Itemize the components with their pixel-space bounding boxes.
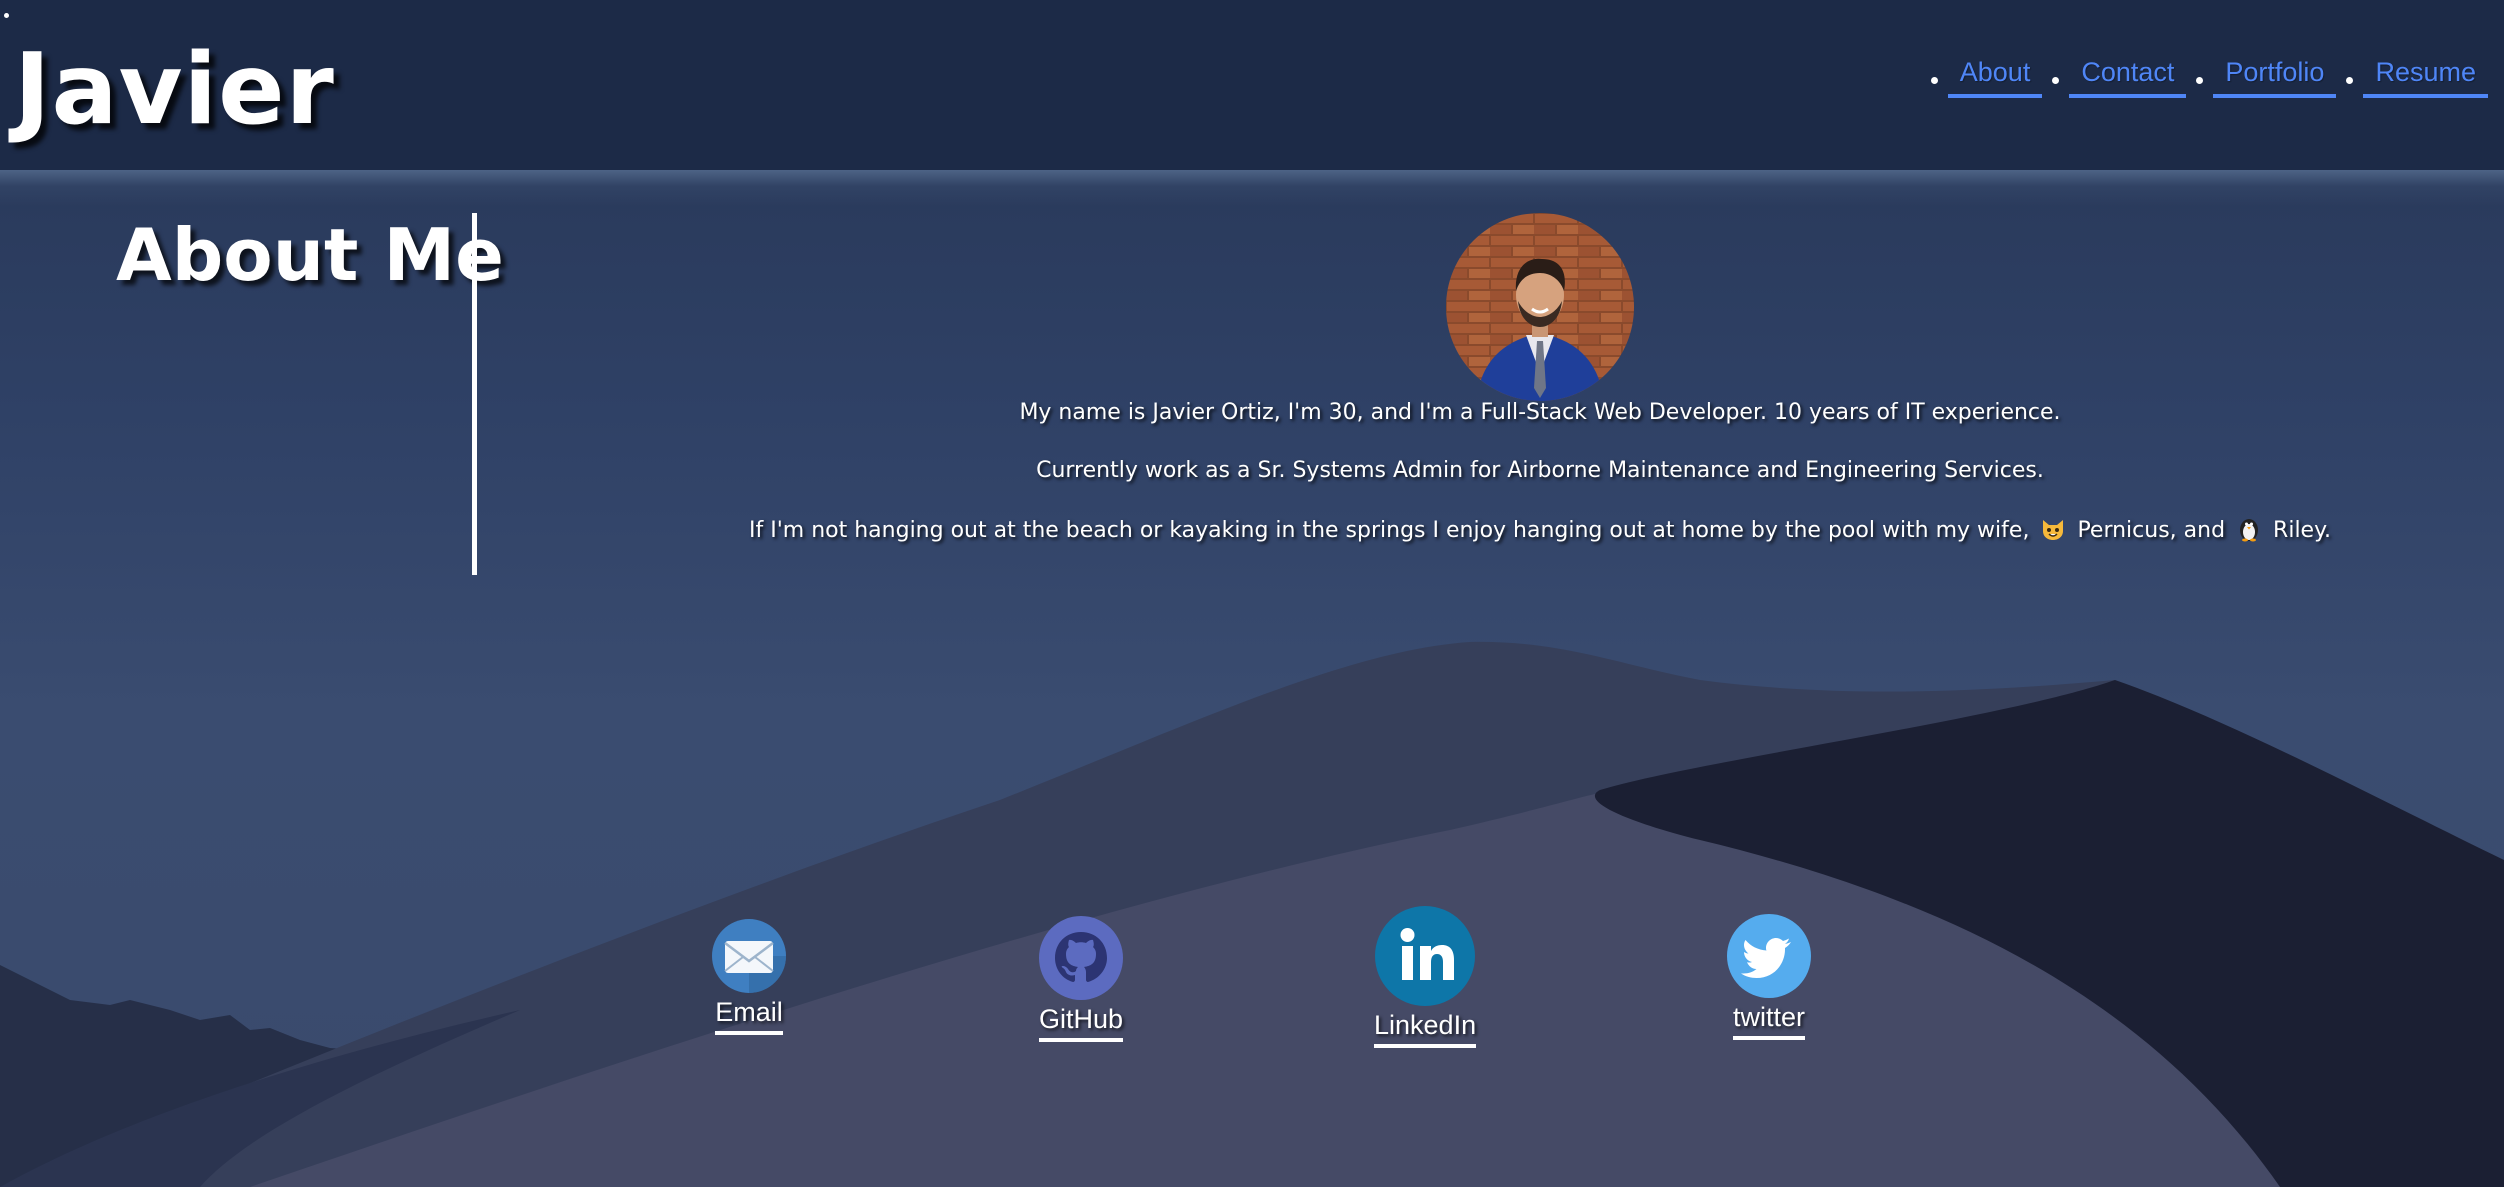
nav-item-about: About (1921, 56, 2043, 98)
nav-bullet (1930, 76, 1938, 84)
linkedin-icon (1375, 906, 1476, 1010)
main-nav: About Contact Portfolio Resume (1921, 56, 2488, 98)
cat-emoji-icon (2040, 516, 2066, 542)
header-shadow (0, 170, 2504, 206)
nav-link-about[interactable]: About (1947, 56, 2043, 98)
twitter-icon (1727, 914, 1811, 1002)
nav-item-portfolio: Portfolio (2186, 56, 2337, 98)
nav-bullet (2196, 76, 2204, 84)
section-divider (472, 213, 477, 575)
social-link-twitter[interactable]: twitter (1727, 914, 1811, 1040)
social-label-linkedin: LinkedIn (1374, 1010, 1477, 1048)
nav-bullet (2346, 76, 2354, 84)
page: Javier About Contact Portfolio Resume Ab… (0, 0, 2504, 1187)
bio-work: Currently work as a Sr. Systems Admin fo… (1036, 458, 2044, 483)
github-icon (1039, 916, 1124, 1004)
social-label-email: Email (715, 997, 783, 1035)
site-header: Javier About Contact Portfolio Resume (0, 0, 2504, 170)
nav-link-portfolio[interactable]: Portfolio (2213, 56, 2337, 98)
pet-pernicus: Pernicus, and (2077, 518, 2226, 543)
bio-intro: My name is Javier Ortiz, I'm 30, and I'm… (1019, 400, 2061, 425)
about-heading: About Me (116, 213, 504, 297)
corner-dot (4, 13, 9, 18)
nav-item-resume: Resume (2336, 56, 2488, 98)
penguin-emoji-icon (2236, 516, 2262, 542)
profile-photo (1446, 213, 1634, 401)
envelope-icon (712, 919, 786, 997)
nav-item-contact: Contact (2042, 56, 2187, 98)
bio-section: My name is Javier Ortiz, I'm 30, and I'm… (640, 400, 2440, 576)
nav-bullet (2052, 76, 2060, 84)
social-link-email[interactable]: Email (712, 919, 786, 1035)
nav-link-resume[interactable]: Resume (2363, 56, 2488, 98)
bio-hobbies: If I'm not hanging out at the beach or k… (640, 516, 2440, 544)
social-label-twitter: twitter (1732, 1002, 1805, 1040)
pet-riley: Riley. (2273, 518, 2331, 543)
site-title: Javier (14, 33, 335, 147)
bio-hobbies-text: If I'm not hanging out at the beach or k… (749, 518, 2030, 543)
social-link-linkedin[interactable]: LinkedIn (1374, 906, 1477, 1048)
social-label-github: GitHub (1039, 1004, 1124, 1042)
nav-link-contact[interactable]: Contact (2069, 56, 2187, 98)
social-link-github[interactable]: GitHub (1039, 916, 1124, 1042)
